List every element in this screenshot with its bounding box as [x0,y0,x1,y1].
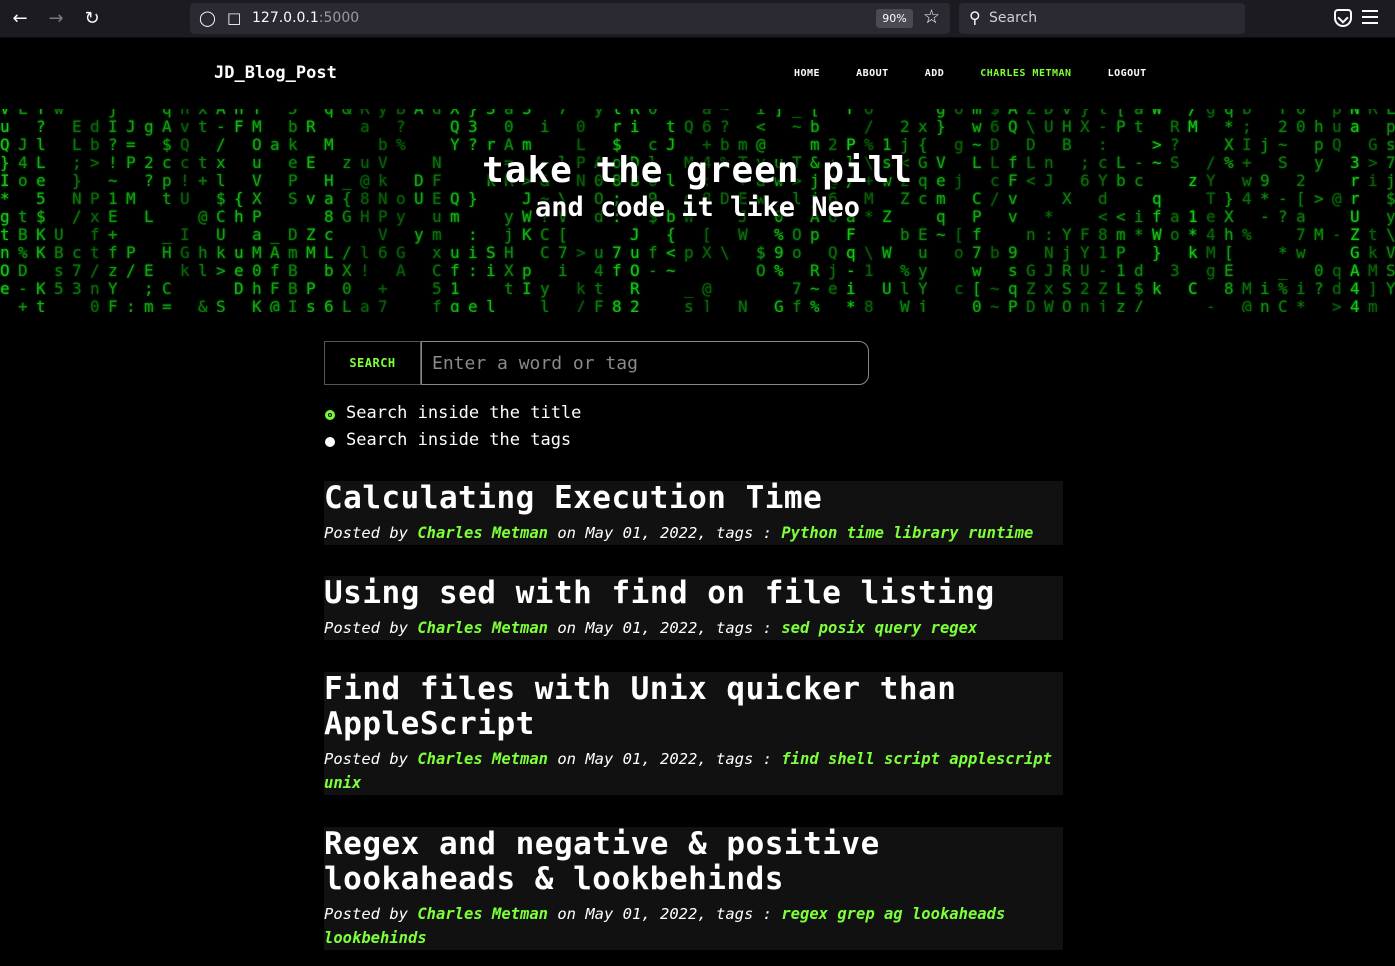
post-meta: Posted by Charles Metman on May 01, 2022… [324,747,1063,795]
post-card: Find files with Unix quicker than AppleS… [324,672,1063,795]
post-title[interactable]: Calculating Execution Time [324,481,1063,516]
post-date: on May 01, 2022, tags : [557,905,772,923]
site-navbar: JD_Blog_Post HOME ABOUT ADD CHARLES METM… [0,39,1395,109]
post-tags[interactable]: Python time library runtime [781,524,1033,542]
url-text[interactable]: 127.0.0.1:5000 [252,10,359,26]
radio-tags[interactable] [325,436,335,447]
nav-about[interactable]: ABOUT [856,68,889,79]
post-card: Regex and negative & positive lookaheads… [324,827,1063,950]
post-author[interactable]: Charles Metman [417,750,548,768]
nav-links: HOME ABOUT ADD CHARLES METMAN LOGOUT [794,68,1147,79]
search-option-tags[interactable]: Search inside the tags [325,430,571,450]
radio-title[interactable] [325,409,335,420]
reload-icon[interactable]: ↻ [80,7,104,31]
posted-by-label: Posted by [324,905,408,923]
post-date: on May 01, 2022, tags : [557,619,772,637]
post-meta: Posted by Charles Metman on May 01, 2022… [324,902,1063,950]
search-form: SEARCH [324,341,869,385]
post-card: Calculating Execution Time Posted by Cha… [324,481,1063,545]
posted-by-label: Posted by [324,524,408,542]
post-title[interactable]: Regex and negative & positive lookaheads… [324,827,1063,897]
page-icon[interactable]: □ [227,9,241,27]
nav-home[interactable]: HOME [794,68,820,79]
post-author[interactable]: Charles Metman [417,619,548,637]
hamburger-menu-icon[interactable] [1362,10,1378,28]
browser-toolbar: ← → ↻ ◯ □ 127.0.0.1:5000 90% ☆ ⚲ Search [0,0,1395,38]
post-tags[interactable]: sed posix query regex [781,619,977,637]
zoom-level-badge[interactable]: 90% [876,9,913,28]
search-input[interactable] [421,341,869,385]
bookmark-star-icon[interactable]: ☆ [923,6,940,28]
hero-subtitle: and code it like Neo [534,192,861,223]
search-icon: ⚲ [969,8,981,27]
site-brand[interactable]: JD_Blog_Post [214,63,337,83]
post-title[interactable]: Using sed with find on file listing [324,576,1063,611]
hero-title: take the green pill [482,150,913,191]
browser-search-bar[interactable]: ⚲ Search [959,3,1245,34]
posted-by-label: Posted by [324,619,408,637]
url-host: 127.0.0.1 [252,10,319,26]
posted-by-label: Posted by [324,750,408,768]
radio-tags-label: Search inside the tags [346,430,572,450]
nav-add[interactable]: ADD [925,68,945,79]
forward-icon[interactable]: → [44,7,68,31]
pocket-icon[interactable] [1334,9,1352,27]
browser-search-placeholder: Search [989,10,1038,26]
post-title[interactable]: Find files with Unix quicker than AppleS… [324,672,1063,742]
shield-icon[interactable]: ◯ [199,9,216,27]
post-author[interactable]: Charles Metman [417,524,548,542]
search-option-title[interactable]: Search inside the title [325,403,581,423]
url-bar[interactable]: ◯ □ 127.0.0.1:5000 90% ☆ [190,3,950,34]
back-icon[interactable]: ← [8,7,32,31]
post-date: on May 01, 2022, tags : [557,750,772,768]
post-meta: Posted by Charles Metman on May 01, 2022… [324,616,1063,640]
post-meta: Posted by Charles Metman on May 01, 2022… [324,521,1063,545]
search-button[interactable]: SEARCH [324,341,421,385]
post-date: on May 01, 2022, tags : [557,524,772,542]
post-author[interactable]: Charles Metman [417,905,548,923]
nav-logout[interactable]: LOGOUT [1108,68,1147,79]
radio-title-label: Search inside the title [346,403,582,423]
url-port: :5000 [318,10,360,26]
post-card: Using sed with find on file listing Post… [324,576,1063,640]
nav-user[interactable]: CHARLES METMAN [980,68,1071,79]
